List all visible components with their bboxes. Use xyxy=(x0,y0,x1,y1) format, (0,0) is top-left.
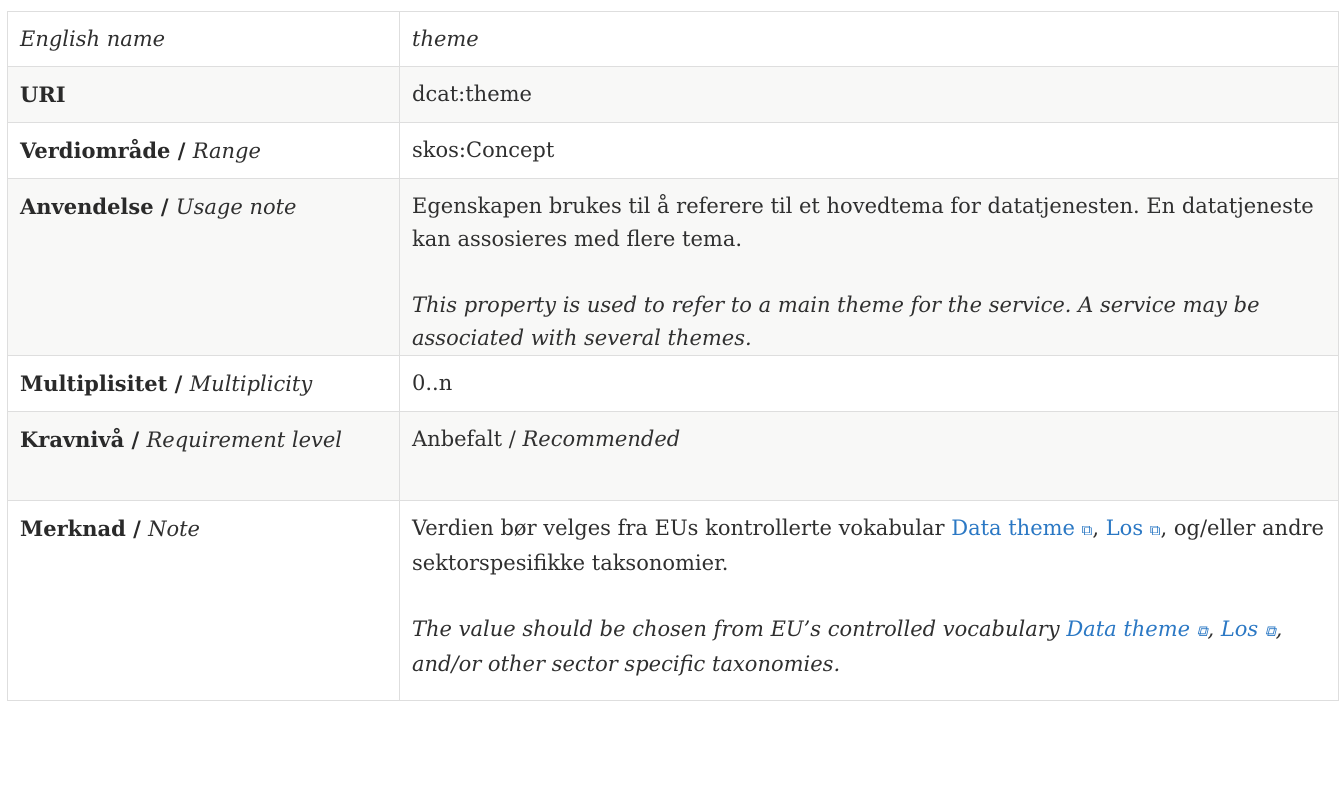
requirement-label-no: Kravnivå xyxy=(20,427,125,452)
row-note: Merknad / Note Verdien bør velges fra EU… xyxy=(7,500,1339,701)
english-name-label: English name xyxy=(20,27,166,51)
data-theme-link[interactable]: Data theme ⧉ xyxy=(951,516,1092,540)
external-link-icon: ⧉ xyxy=(1264,622,1276,640)
multiplicity-label-no: Multiplisitet xyxy=(20,371,168,396)
los-link-label: Los xyxy=(1105,516,1144,540)
requirement-value-no: Anbefalt xyxy=(412,427,503,451)
multiplicity-value: 0..n xyxy=(412,371,453,395)
label-separator: / xyxy=(124,427,147,452)
label-cell: English name xyxy=(7,11,400,67)
usage-value-en: This property is used to refer to a main… xyxy=(412,289,1328,355)
value-cell: Egenskapen brukes til å referere til et … xyxy=(399,178,1339,356)
multiplicity-label-en: Multiplicity xyxy=(189,372,313,396)
requirement-value-en: Recommended xyxy=(522,427,681,451)
label-cell: Verdiområde / Range xyxy=(7,122,400,179)
uri-label: URI xyxy=(20,82,66,107)
range-label-en: Range xyxy=(192,139,261,163)
uri-value: dcat:theme xyxy=(412,82,532,106)
usage-label-en: Usage note xyxy=(175,195,297,219)
note-value-en: The value should be chosen from EU’s con… xyxy=(412,613,1328,681)
value-cell: 0..n xyxy=(399,355,1339,412)
usage-value-en-text: This property is used to refer to a main… xyxy=(412,293,1260,350)
external-link-icon: ⧉ xyxy=(1196,622,1208,640)
note-no-text-before: Verdien bør velges fra EUs kontrollerte … xyxy=(412,516,952,540)
note-label-en: Note xyxy=(148,517,200,541)
note-en-text-before: The value should be chosen from EU’s con… xyxy=(412,617,1067,641)
label-cell: Multiplisitet / Multiplicity xyxy=(7,355,400,412)
value-cell: Anbefalt / Recommended xyxy=(399,411,1339,501)
label-cell: URI xyxy=(7,66,400,123)
label-cell: Merknad / Note xyxy=(7,500,400,701)
usage-value-no: Egenskapen brukes til å referere til et … xyxy=(412,194,1314,251)
note-en-separator: , xyxy=(1207,617,1221,641)
value-cell: theme xyxy=(399,11,1339,67)
row-english-name: English name theme xyxy=(7,11,1339,67)
value-cell: skos:Concept xyxy=(399,122,1339,179)
value-separator: / xyxy=(502,427,523,451)
value-cell: dcat:theme xyxy=(399,66,1339,123)
label-separator: / xyxy=(170,138,193,163)
row-usage-note: Anvendelse / Usage note Egenskapen bruke… xyxy=(7,178,1339,356)
label-separator: / xyxy=(153,194,176,219)
los-link-en-label: Los xyxy=(1220,617,1259,641)
usage-label-no: Anvendelse xyxy=(20,194,154,219)
note-value-no: Verdien bør velges fra EUs kontrollerte … xyxy=(412,512,1328,580)
row-multiplicity: Multiplisitet / Multiplicity 0..n xyxy=(7,355,1339,412)
external-link-icon: ⧉ xyxy=(1081,521,1093,539)
label-separator: / xyxy=(167,371,190,396)
los-link-en[interactable]: Los ⧉ xyxy=(1221,617,1276,641)
english-name-value: theme xyxy=(412,27,479,51)
los-link[interactable]: Los ⧉ xyxy=(1106,516,1161,540)
row-uri: URI dcat:theme xyxy=(7,66,1339,123)
range-label-no: Verdiområde xyxy=(20,138,171,163)
row-requirement-level: Kravnivå / Requirement level Anbefalt / … xyxy=(7,411,1339,501)
data-theme-link-label: Data theme xyxy=(951,516,1075,540)
external-link-icon: ⧉ xyxy=(1149,521,1161,539)
label-separator: / xyxy=(125,516,149,541)
value-cell: Verdien bør velges fra EUs kontrollerte … xyxy=(399,500,1339,701)
property-table: English name theme URI dcat:theme Verdio… xyxy=(7,11,1339,701)
data-theme-link-en[interactable]: Data theme ⧉ xyxy=(1066,617,1207,641)
data-theme-link-en-label: Data theme xyxy=(1066,617,1191,641)
note-label-no: Merknad xyxy=(20,516,126,541)
row-range: Verdiområde / Range skos:Concept xyxy=(7,122,1339,179)
label-cell: Kravnivå / Requirement level xyxy=(7,411,400,501)
note-no-separator: , xyxy=(1092,516,1106,540)
range-value: skos:Concept xyxy=(412,138,555,162)
requirement-label-en: Requirement level xyxy=(146,428,343,452)
label-cell: Anvendelse / Usage note xyxy=(7,178,400,356)
